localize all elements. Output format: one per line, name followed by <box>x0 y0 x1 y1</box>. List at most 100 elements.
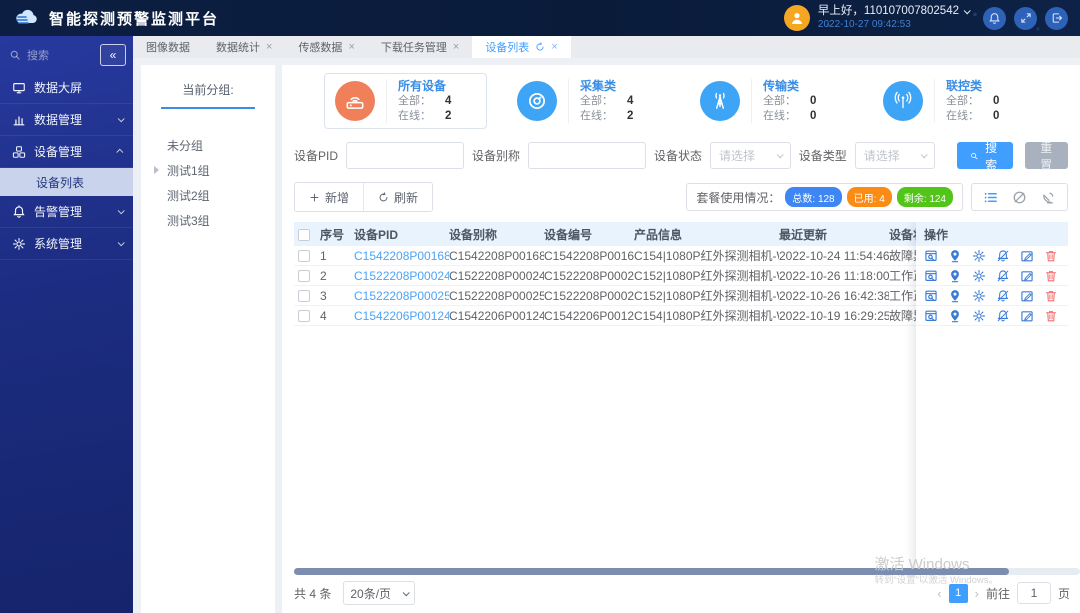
table-toolbar: 新增 刷新 套餐使用情况： 总数: 128 已用: 4 剩余: 124 <box>294 182 1068 212</box>
delete-trash-icon[interactable] <box>1044 309 1058 323</box>
sidebar-item-system-management[interactable]: 系统管理 <box>0 228 133 260</box>
settings-gear-icon[interactable] <box>972 309 986 323</box>
sidebar-item-data-screen[interactable]: 数据大屏 <box>0 72 133 104</box>
settings-gear-icon[interactable] <box>972 269 986 283</box>
prev-page-button[interactable]: ‹ <box>937 586 941 601</box>
page-size-select[interactable]: 20条/页 <box>343 581 416 605</box>
refresh-button[interactable]: 刷新 <box>363 183 433 211</box>
group-item-ungrouped[interactable]: 未分组 <box>141 133 275 158</box>
close-icon[interactable]: × <box>453 41 459 53</box>
row-checkbox[interactable] <box>298 290 310 303</box>
edit-icon[interactable] <box>1020 309 1034 323</box>
status-select[interactable]: 请选择 <box>710 142 791 169</box>
cell-pid-link[interactable]: C1542206P00124 <box>354 309 449 323</box>
sidebar-search-input[interactable]: 搜索 <box>9 47 94 63</box>
location-pin-icon[interactable] <box>948 309 962 323</box>
current-page-badge[interactable]: 1 <box>948 583 968 603</box>
card-collection[interactable]: 采集类 全部： 4 在线： 2 <box>507 74 670 129</box>
sidebar-item-device-management[interactable]: 设备管理 <box>0 136 133 168</box>
satellite-view-icon[interactable] <box>1041 190 1056 205</box>
location-pin-icon[interactable] <box>948 289 962 303</box>
goto-page-input[interactable] <box>1016 582 1051 604</box>
logout-button[interactable] <box>1045 6 1068 30</box>
type-select[interactable]: 请选择 <box>854 142 936 169</box>
settings-gear-icon[interactable] <box>972 289 986 303</box>
avatar[interactable] <box>783 5 810 31</box>
cell-serial: C1542208P00168 <box>544 248 634 263</box>
group-item-test1[interactable]: 测试1组 <box>141 158 275 183</box>
tab-device-list[interactable]: 设备列表 × <box>472 36 571 58</box>
delete-trash-icon[interactable] <box>1044 289 1058 303</box>
tab-download-task[interactable]: 下载任务管理 × <box>368 36 472 58</box>
sidebar-item-alarm-management[interactable]: 告警管理 <box>0 196 133 228</box>
view-detail-icon[interactable] <box>924 289 938 303</box>
group-item-test2[interactable]: 测试2组 <box>141 183 275 208</box>
top-header: 智能探测预警监测平台 早上好，110107007802542 2022-10-2… <box>0 0 1080 36</box>
card-transmission[interactable]: 传输类 全部： 0 在线： 0 <box>690 74 853 129</box>
card-total-label: 全部： <box>580 94 613 107</box>
sidebar-item-label: 数据管理 <box>34 113 83 127</box>
close-icon[interactable]: × <box>551 41 557 53</box>
card-online-value: 0 <box>993 109 1000 122</box>
add-button-label: 新增 <box>325 190 350 205</box>
cell-pid-link[interactable]: C1522208P00025 <box>354 289 449 303</box>
sidebar-collapse-button[interactable]: « <box>100 44 126 66</box>
edit-icon[interactable] <box>1020 269 1034 283</box>
mute-alarm-icon[interactable] <box>996 289 1010 303</box>
row-checkbox[interactable] <box>298 270 310 283</box>
map-view-icon[interactable] <box>1012 190 1027 205</box>
scrollbar-thumb[interactable] <box>294 568 1010 575</box>
list-view-icon[interactable] <box>983 190 998 205</box>
mute-alarm-icon[interactable] <box>996 249 1010 263</box>
row-checkbox[interactable] <box>298 250 310 263</box>
tab-data-statistics[interactable]: 数据统计 × <box>203 36 285 58</box>
close-icon[interactable]: × <box>266 41 272 53</box>
page-unit-label: 页 <box>1057 586 1070 601</box>
horizontal-scrollbar[interactable] <box>294 568 1080 575</box>
tree-caret-icon[interactable] <box>154 166 159 174</box>
card-linkage-control[interactable]: 联控类 全部： 0 在线： 0 <box>873 74 1036 129</box>
mute-alarm-icon[interactable] <box>996 309 1010 323</box>
edit-icon[interactable] <box>1020 249 1034 263</box>
location-pin-icon[interactable] <box>948 249 962 263</box>
card-online-label: 在线： <box>763 109 796 122</box>
cell-product: C154|1080P红外探测相机-WIFI <box>634 249 779 263</box>
tab-label: 图像数据 <box>146 42 190 54</box>
delete-trash-icon[interactable] <box>1044 249 1058 263</box>
add-button[interactable]: 新增 <box>295 183 364 211</box>
fullscreen-button[interactable] <box>1014 6 1037 30</box>
cell-pid-link[interactable]: C1542208P00168 <box>354 249 449 263</box>
row-checkbox[interactable] <box>298 310 310 323</box>
view-detail-icon[interactable] <box>924 249 938 263</box>
settings-gear-icon[interactable] <box>972 249 986 263</box>
sidebar-item-device-list[interactable]: 设备列表 <box>0 168 133 196</box>
package-used-badge: 已用: 4 <box>846 187 892 207</box>
user-greeting[interactable]: 早上好，110107007802542 <box>818 5 971 19</box>
group-item-test3[interactable]: 测试3组 <box>141 208 275 233</box>
alias-input[interactable] <box>528 142 647 169</box>
mute-alarm-icon[interactable] <box>996 269 1010 283</box>
location-pin-icon[interactable] <box>948 269 962 283</box>
reset-button[interactable]: 重置 <box>1024 141 1068 172</box>
view-detail-icon[interactable] <box>924 309 938 323</box>
cell-pid-link[interactable]: C1522208P00024 <box>354 269 449 283</box>
col-alias: 设备别称 <box>449 227 498 242</box>
card-all-devices[interactable]: 所有设备 全部： 4 在线： 2 <box>324 72 487 130</box>
delete-trash-icon[interactable] <box>1044 269 1058 283</box>
sidebar-item-data-management[interactable]: 数据管理 <box>0 104 133 136</box>
card-total-value: 4 <box>445 94 452 107</box>
select-all-checkbox[interactable] <box>298 228 310 241</box>
cell-alias: C1542206P00124 <box>449 308 544 323</box>
next-page-button[interactable]: › <box>975 586 979 601</box>
refresh-icon[interactable] <box>535 42 545 52</box>
search-button[interactable]: 搜索 <box>957 141 1013 172</box>
edit-icon[interactable] <box>1020 289 1034 303</box>
tab-sensor-data[interactable]: 传感数据 × <box>285 36 367 58</box>
group-panel: 当前分组: 未分组 测试1组 测试2组 测试3组 <box>141 65 275 613</box>
row-actions <box>916 246 1068 266</box>
pid-input[interactable] <box>346 142 465 169</box>
view-detail-icon[interactable] <box>924 269 938 283</box>
close-icon[interactable]: × <box>348 41 354 53</box>
tab-image-data[interactable]: 图像数据 <box>133 36 203 58</box>
notification-button[interactable] <box>983 6 1006 30</box>
